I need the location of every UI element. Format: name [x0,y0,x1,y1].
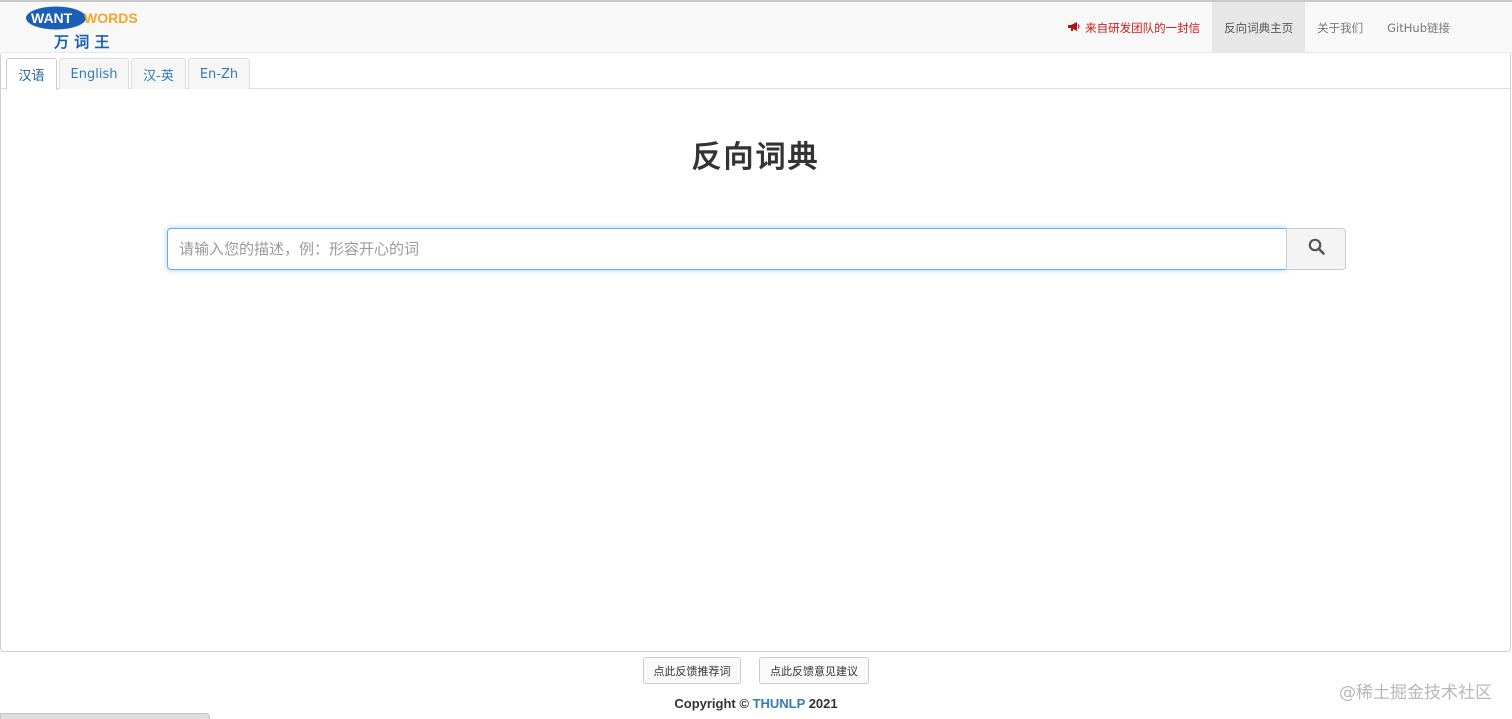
feedback-words-button[interactable]: 点此反馈推荐词 [643,657,741,684]
logo-word-words: WORDS [84,10,138,26]
logo-cn: 万 词 王 [53,33,109,51]
copyright: Copyright © THUNLP 2021 [0,696,1512,711]
nav-home-link[interactable]: 反向词典主页 [1212,2,1306,53]
nav-about-link[interactable]: 关于我们 [1305,2,1375,53]
search-input[interactable] [167,228,1287,270]
main-panel: 汉语 English 汉-英 En-Zh 反向词典 [0,54,1511,652]
tab-chinese[interactable]: 汉语 [6,58,57,90]
copyright-org-link[interactable]: THUNLP [753,696,805,711]
nav-letter-label: 来自研发团队的一封信 [1085,20,1201,35]
nav-github-link[interactable]: GitHub链接 [1375,2,1462,53]
megaphone-icon [1067,21,1080,35]
logo-word-want: WANT [31,10,73,26]
logo-graphic: WANT WORDS 万 词 王 [26,6,138,51]
tab-english-chinese[interactable]: En-Zh [188,58,250,89]
copyright-year: 2021 [808,696,838,711]
nav-links: 来自研发团队的一封信 反向词典主页 关于我们 GitHub链接 [1055,2,1462,53]
feedback-suggestions-button[interactable]: 点此反馈意见建议 [759,657,869,684]
search-button[interactable] [1286,228,1346,270]
search-icon [1308,238,1325,260]
copyright-prefix: Copyright © [674,696,749,711]
nav-letter-link[interactable]: 来自研发团队的一封信 [1055,2,1212,53]
language-tabs: 汉语 English 汉-英 En-Zh [1,54,1510,90]
navbar: WANT WORDS 万 词 王 来自研发团队的一封信 反向词典主页 关于我们 … [0,2,1512,53]
logo[interactable]: WANT WORDS 万 词 王 [26,5,152,51]
page-title: 反向词典 [691,140,820,175]
tab-chinese-english[interactable]: 汉-英 [131,58,186,89]
watermark: @稀土掘金技术社区 [1339,683,1492,703]
browser-status-bar [0,713,210,719]
tab-english[interactable]: English [59,58,129,89]
